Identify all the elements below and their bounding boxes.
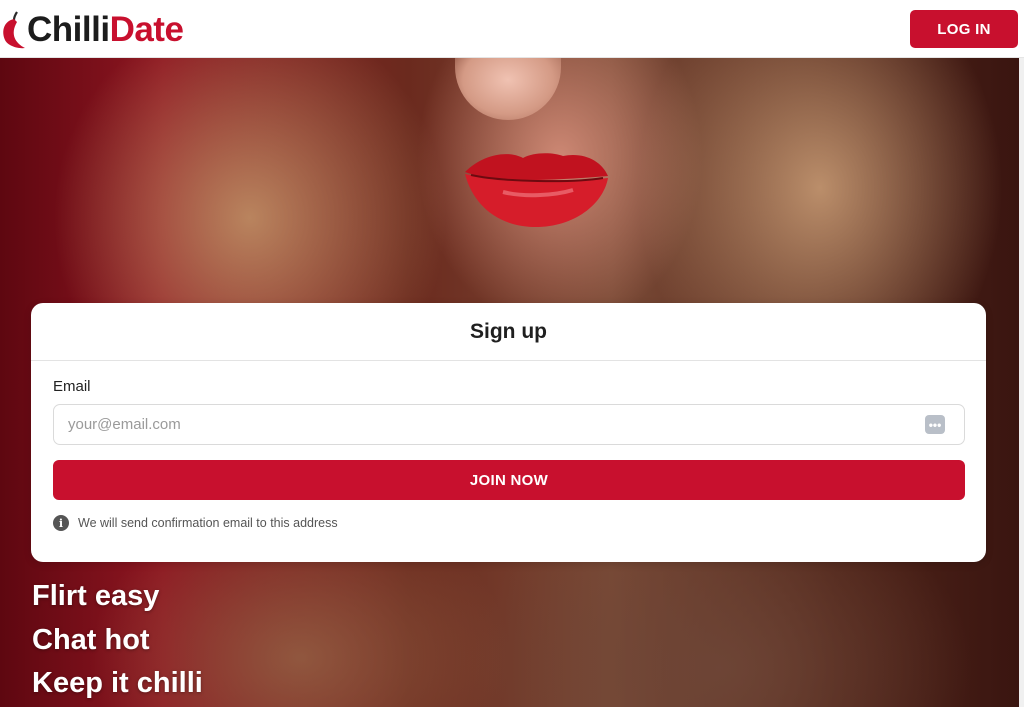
signup-title: Sign up (31, 303, 986, 361)
join-now-button[interactable]: JOIN NOW (53, 460, 965, 500)
site-header: ChilliDate LOG IN (0, 0, 1024, 58)
login-button[interactable]: LOG IN (910, 10, 1018, 48)
email-input[interactable] (53, 404, 965, 445)
password-manager-icon[interactable]: ••• (925, 415, 945, 434)
hero-photo-lips (465, 153, 608, 228)
chillidate-logo[interactable]: ChilliDate (0, 8, 184, 50)
confirmation-note: i We will send confirmation email to thi… (53, 515, 338, 531)
hero-photo-nose (455, 58, 561, 120)
signup-card: Sign up Email ••• JOIN NOW i We will sen… (31, 303, 986, 562)
email-label: Email (53, 378, 91, 395)
logo-text-date: Date (109, 9, 184, 49)
chilli-pepper-icon (3, 11, 26, 49)
logo-text-chilli: Chilli (27, 9, 110, 49)
logo-text: ChilliDate (27, 9, 184, 49)
page-scrollbar[interactable] (1019, 58, 1024, 707)
tagline-line-3: Keep it chilli (32, 667, 203, 699)
tagline-line-2: Chat hot (32, 624, 150, 656)
info-icon: i (53, 515, 69, 531)
confirmation-note-text: We will send confirmation email to this … (78, 516, 338, 530)
tagline-line-1: Flirt easy (32, 580, 160, 612)
